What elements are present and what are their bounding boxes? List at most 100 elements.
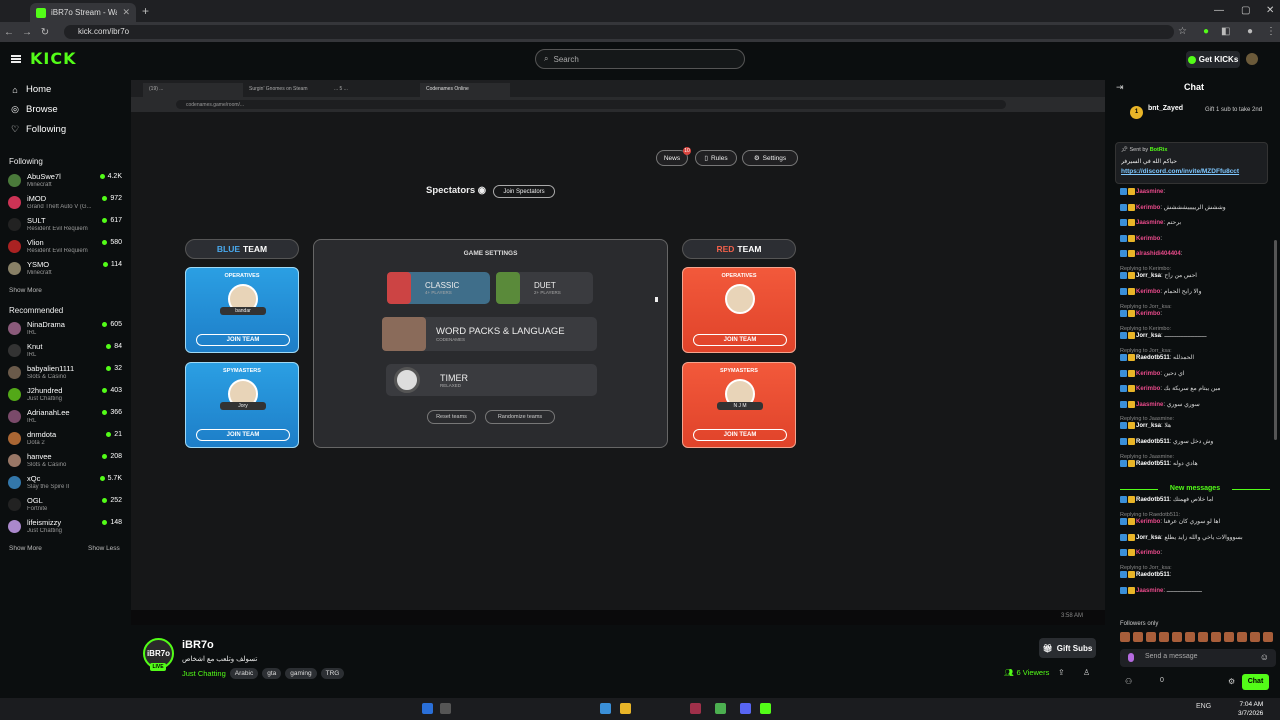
kick-logo[interactable]: KICK (30, 49, 77, 68)
chat-message[interactable]: alrashidi404404: (1120, 250, 1278, 266)
chat-message[interactable]: Jaasmine: (1120, 188, 1278, 204)
chat-message[interactable]: Jaasmine: ــــــــــــــــــــ (1120, 586, 1278, 603)
tab-close-icon[interactable]: ✕ (122, 7, 130, 18)
sidebar-channel[interactable]: Vlion Resident Evil Requiem 580 (8, 238, 122, 258)
search-taskbar-icon[interactable] (440, 703, 451, 714)
sidebar-channel[interactable]: hanvee Slots & Casino 208 (8, 452, 122, 472)
video-player[interactable]: (19) ... Surgin' Gnomes on Steam ... 5 .… (131, 80, 1105, 625)
language-indicator[interactable]: ENG (1196, 703, 1211, 710)
start-icon[interactable] (422, 703, 433, 714)
chat-message[interactable]: Replying to Jaasmine: Jorr_ksa: هلا (1120, 416, 1278, 438)
chat-tools-icon[interactable]: ⚇ (1125, 677, 1132, 686)
close-window-icon[interactable]: ✕ (1266, 5, 1274, 16)
pinned-link[interactable]: https://discord.com/invite/MZDFfu8cct (1121, 168, 1239, 175)
chat-message[interactable]: Kerimbo: والا رايح الحمام (1120, 287, 1278, 304)
sidebar-channel[interactable]: lifeismizzy Just Chatting 148 (8, 518, 122, 538)
chat-message[interactable]: Replying to Raedotb511: Kerimbo: اها لو س… (1120, 512, 1278, 534)
chat-message[interactable]: Raedotb511: وش دخل سوري (1120, 438, 1278, 454)
chat-username[interactable]: Kerimbo (1136, 386, 1160, 392)
app-icon[interactable] (600, 703, 611, 714)
chat-message[interactable]: Jaasmine: سوري سوري (1120, 400, 1278, 417)
chat-input[interactable]: Send a message ☺ (1120, 649, 1276, 667)
gift-subs-button[interactable]: 🎁︎ Gift Subs (1039, 638, 1096, 658)
user-avatar[interactable] (1246, 53, 1258, 65)
sidebar-channel[interactable]: Knut IRL 84 (8, 342, 122, 362)
search-input[interactable]: ⌕ Search (535, 49, 745, 69)
tag[interactable]: Arabic (229, 668, 259, 679)
back-icon[interactable]: ← (0, 27, 18, 38)
chat-message[interactable]: Replying to Kerimbo: Jorr_ksa: ــــــــــ… (1120, 326, 1278, 348)
nav-home[interactable]: ⌂ Home (10, 84, 51, 95)
tag[interactable]: TRG (320, 668, 345, 679)
chat-message[interactable]: Kerimbo: اي دحين (1120, 369, 1278, 386)
chat-message[interactable]: Replying to Jaasmine: Raedotb511: هادي دو… (1120, 454, 1278, 476)
chat-message[interactable]: Jaasmine: برحتم (1120, 219, 1278, 235)
profile-icon[interactable]: ● (1247, 26, 1253, 37)
chat-scrollbar[interactable] (1274, 240, 1277, 440)
chat-username[interactable]: Jorr_ksa (1136, 535, 1161, 541)
browser-tab[interactable]: iBR7o Stream - Watch Live on K ✕ (30, 3, 136, 22)
app-icon[interactable] (620, 703, 631, 714)
chat-username[interactable]: Kerimbo (1136, 371, 1160, 377)
reload-icon[interactable]: ↻ (36, 27, 54, 38)
chat-message[interactable]: Replying to Jorr_ksa: Kerimbo: (1120, 304, 1278, 326)
chat-username[interactable]: Kerimbo (1136, 289, 1160, 295)
sidebar-channel[interactable]: AdrianahLee IRL 366 (8, 408, 122, 428)
show-less-recommended[interactable]: Show Less (88, 545, 120, 552)
emoji-icon[interactable]: ☺ (1260, 652, 1269, 662)
sidebar-channel[interactable]: babyalien1111 Slots & Casino 32 (8, 364, 122, 384)
chat-message[interactable]: Kerimbo: وششش الريييييشششش (1120, 203, 1278, 220)
send-chat-button[interactable]: Chat (1242, 674, 1269, 690)
chat-username[interactable]: Jaasmine (1136, 588, 1163, 594)
chat-message[interactable]: Kerimbo: (1120, 549, 1278, 565)
nav-following[interactable]: ♡ Following (10, 124, 66, 135)
bookmark-star-icon[interactable]: ☆ (1178, 26, 1187, 37)
menu-hamburger-icon[interactable] (11, 55, 21, 63)
chat-settings-icon[interactable]: ⚙ (1228, 677, 1235, 686)
sidebar-channel[interactable]: iMOD Grand Theft Auto V (G... 972 (8, 194, 122, 214)
url-field[interactable]: kick.com/ibr7o (64, 25, 1174, 39)
share-icon[interactable]: ⇪ (1058, 668, 1065, 677)
sidebar-channel[interactable]: YSMO Minecraft 114 (8, 260, 122, 280)
chat-username[interactable]: Kerimbo (1136, 311, 1160, 317)
chat-username[interactable]: Jaasmine (1136, 402, 1163, 408)
chat-message[interactable]: Kerimbo: مين يبتام مع سريكة بك (1120, 385, 1278, 401)
system-clock[interactable]: 7:04 AM 3/7/2026 (1238, 700, 1263, 718)
sidebar-channel[interactable]: J2hundred Just Chatting 403 (8, 386, 122, 406)
new-tab-icon[interactable]: + (142, 4, 149, 18)
tag[interactable]: gta (262, 668, 282, 679)
get-kicks-button[interactable]: Get KICKs (1186, 51, 1240, 68)
extensions-puzzle-icon[interactable]: ◧ (1221, 26, 1230, 37)
mic-icon[interactable] (1128, 653, 1134, 662)
chat-username[interactable]: Jorr_ksa (1136, 423, 1161, 429)
sidebar-channel[interactable]: OGL Fortnite 252 (8, 496, 122, 516)
channel-name[interactable]: iBR7o (182, 639, 214, 651)
chat-username[interactable]: Kerimbo (1136, 519, 1160, 525)
tag[interactable]: gaming (285, 668, 317, 679)
chat-message[interactable]: Jorr_ksa: بسوووالات ياخي والله زايد يطلع (1120, 533, 1278, 550)
sidebar-channel[interactable]: dnmdota Dota 2 21 (8, 430, 122, 450)
app-icon[interactable] (690, 703, 701, 714)
chat-username[interactable]: Jaasmine (1136, 220, 1163, 226)
chat-message[interactable]: Replying to Jorr_ksa: Raedotb511: الحمدلل… (1120, 348, 1278, 370)
chat-username[interactable]: Jaasmine (1136, 189, 1163, 195)
maximize-icon[interactable]: ▢ (1241, 5, 1250, 16)
emote-bar[interactable] (1120, 632, 1275, 646)
extension-icon[interactable]: ● (1203, 26, 1209, 37)
chat-username[interactable]: Kerimbo (1136, 205, 1160, 211)
kick-app-icon[interactable] (760, 703, 771, 714)
minimize-icon[interactable]: — (1214, 5, 1224, 16)
category-link[interactable]: Just Chatting (182, 669, 226, 678)
chat-username[interactable]: alrashidi404404 (1136, 251, 1181, 257)
nav-browse[interactable]: ◎ Browse (10, 104, 58, 115)
chat-username[interactable]: Kerimbo (1136, 550, 1160, 556)
sidebar-channel[interactable]: NinaDrama IRL 605 (8, 320, 122, 340)
follow-icon[interactable]: ♙ (1083, 668, 1090, 677)
chat-username[interactable]: Raedotb511 (1136, 439, 1170, 445)
sidebar-channel[interactable]: AbuSwe7l Minecraft 4.2K (8, 172, 122, 192)
browser-menu-icon[interactable]: ⋮ (1266, 26, 1276, 37)
chat-message[interactable]: Replying to Kerimbo: Jorr_ksa: احس من راح (1120, 266, 1278, 288)
sidebar-channel[interactable]: xQc Slay the Spire II 5.7K (8, 474, 122, 494)
chrome-icon[interactable] (715, 703, 726, 714)
new-messages-divider[interactable]: New messages (1120, 485, 1270, 492)
